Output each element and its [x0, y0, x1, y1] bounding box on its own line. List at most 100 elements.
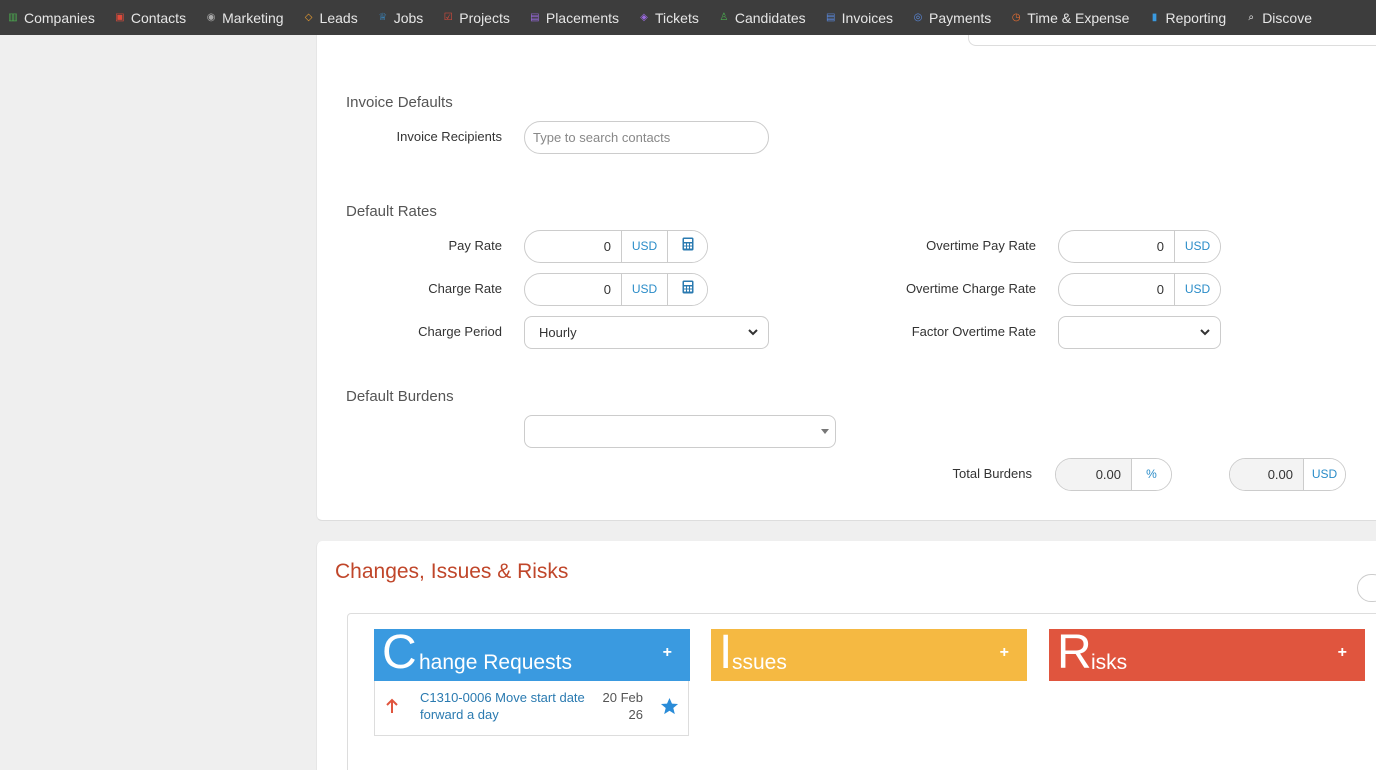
nav-marketing[interactable]: ◉ Marketing	[198, 0, 295, 35]
charge-period-label: Charge Period	[418, 324, 502, 339]
nav-label: Tickets	[655, 9, 699, 26]
nav-reporting[interactable]: ▮ Reporting	[1141, 0, 1238, 35]
arrow-up-icon	[386, 698, 398, 713]
checkbox-icon: ☑	[443, 11, 453, 23]
nav-label: Companies	[24, 9, 95, 26]
caret-down-icon	[821, 429, 829, 434]
column-title: ssues	[732, 651, 787, 674]
factor-overtime-rate-label: Factor Overtime Rate	[911, 324, 1036, 339]
trophy-icon: ♕	[378, 11, 388, 23]
overtime-charge-rate-currency: USD	[1174, 274, 1220, 305]
charge-rate-field[interactable]: 0 USD	[524, 273, 708, 306]
tag-icon: ◈	[640, 11, 648, 23]
nav-payments[interactable]: ◎ Payments	[905, 0, 1003, 35]
nav-placements[interactable]: ▤ Placements	[522, 0, 631, 35]
amount-unit: USD	[1303, 459, 1345, 490]
overtime-pay-rate-label: Overtime Pay Rate	[926, 238, 1036, 253]
charge-rate-currency: USD	[621, 274, 667, 305]
issues-header: I ssues +	[711, 626, 1027, 681]
broadcast-icon: ◉	[206, 11, 216, 23]
cir-title: Changes, Issues & Risks	[335, 560, 569, 583]
change-request-card[interactable]: C1310-0006 Move start date forward a day…	[374, 681, 689, 736]
pay-rate-value[interactable]: 0	[525, 231, 621, 262]
total-burdens-label: Total Burdens	[952, 466, 1033, 481]
charge-period-value: Hourly	[539, 325, 577, 340]
nav-companies[interactable]: ▥ Companies	[0, 0, 107, 35]
nav-contacts[interactable]: ▣ Contacts	[107, 0, 198, 35]
nav-discover[interactable]: ⌕ Discove	[1238, 0, 1324, 35]
nav-jobs[interactable]: ♕ Jobs	[370, 0, 436, 35]
burdens-select[interactable]	[524, 415, 836, 448]
add-risk-button[interactable]: +	[1338, 644, 1347, 662]
column-title: hange Requests	[419, 651, 572, 674]
total-burdens-percent-field: 0.00 %	[1055, 458, 1172, 491]
chevron-down-icon	[1200, 329, 1210, 336]
calculator-icon[interactable]	[667, 274, 707, 305]
total-burdens-amount-value: 0.00	[1230, 459, 1303, 490]
invoice-recipients-input[interactable]: Type to search contacts	[524, 121, 769, 154]
nav-label: Contacts	[130, 9, 187, 26]
change-request-title[interactable]: C1310-0006 Move start date forward a day	[420, 689, 585, 723]
percent-unit: %	[1131, 459, 1171, 490]
clock-icon: ◷	[1011, 11, 1021, 23]
nav-label: Leads	[319, 9, 358, 26]
total-burdens-amount-field: 0.00 USD	[1229, 458, 1346, 491]
invoice-recipients-placeholder: Type to search contacts	[533, 130, 671, 145]
overtime-pay-rate-value[interactable]: 0	[1059, 231, 1174, 262]
add-issue-button[interactable]: +	[1000, 644, 1009, 662]
top-nav: ▥ Companies ▣ Contacts ◉ Marketing ◇ Leads ♕…	[0, 0, 1376, 35]
date-line: 20 Feb	[602, 690, 643, 705]
pay-rate-label: Pay Rate	[448, 238, 502, 253]
previous-field-edge	[968, 35, 1376, 46]
risks-header: R isks +	[1049, 626, 1365, 681]
pay-rate-currency: USD	[621, 231, 667, 262]
default-rates-title: Default Rates	[346, 203, 437, 220]
column-initial: C	[382, 626, 417, 679]
change-request-date: 20 Feb 26	[603, 689, 643, 723]
column-title: isks	[1091, 651, 1128, 674]
briefcase-icon: ▤	[530, 11, 540, 23]
nav-label: Invoices	[841, 9, 894, 26]
column-initial: R	[1057, 626, 1092, 679]
calculator-icon[interactable]	[667, 231, 707, 262]
nav-label: Reporting	[1165, 9, 1227, 26]
nav-invoices[interactable]: ▤ Invoices	[818, 0, 905, 35]
nav-label: Projects	[459, 9, 510, 26]
overtime-charge-rate-value[interactable]: 0	[1059, 274, 1174, 305]
overtime-pay-rate-currency: USD	[1174, 231, 1220, 262]
diamond-icon: ◇	[304, 11, 313, 23]
nav-projects[interactable]: ☑ Projects	[435, 0, 522, 35]
invoice-recipients-label: Invoice Recipients	[396, 129, 503, 144]
nav-label: Discove	[1262, 9, 1312, 26]
nav-label: Time & Expense	[1027, 9, 1130, 26]
coins-icon: ◎	[913, 11, 923, 23]
search-icon: ⌕	[1248, 11, 1254, 23]
charge-rate-label: Charge Rate	[428, 281, 502, 296]
nav-label: Placements	[545, 9, 620, 26]
nav-candidates[interactable]: ♙ Candidates	[711, 0, 818, 35]
change-requests-header: C hange Requests +	[374, 626, 690, 681]
nav-label: Payments	[929, 9, 992, 26]
charge-period-select[interactable]: Hourly	[524, 316, 769, 349]
invoice-defaults-title: Invoice Defaults	[346, 94, 453, 111]
bar-chart-icon: ▮	[1151, 11, 1158, 23]
date-line: 26	[628, 707, 643, 722]
column-initial: I	[719, 626, 733, 679]
nav-leads[interactable]: ◇ Leads	[296, 0, 370, 35]
person-icon: ♙	[719, 11, 729, 23]
pay-rate-field[interactable]: 0 USD	[524, 230, 708, 263]
nav-label: Jobs	[393, 9, 424, 26]
overtime-charge-rate-label: Overtime Charge Rate	[905, 281, 1036, 296]
add-change-request-button[interactable]: +	[663, 644, 672, 662]
contact-card-icon: ▣	[115, 11, 125, 23]
nav-tickets[interactable]: ◈ Tickets	[631, 0, 711, 35]
star-icon[interactable]	[660, 697, 679, 716]
nav-time-expense[interactable]: ◷ Time & Expense	[1003, 0, 1141, 35]
total-burdens-percent-value: 0.00	[1056, 459, 1131, 490]
chevron-down-icon	[748, 329, 758, 336]
overtime-pay-rate-field[interactable]: 0 USD	[1058, 230, 1221, 263]
charge-rate-value[interactable]: 0	[525, 274, 621, 305]
overtime-charge-rate-field[interactable]: 0 USD	[1058, 273, 1221, 306]
default-burdens-title: Default Burdens	[346, 388, 454, 405]
factor-overtime-rate-select[interactable]	[1058, 316, 1221, 349]
